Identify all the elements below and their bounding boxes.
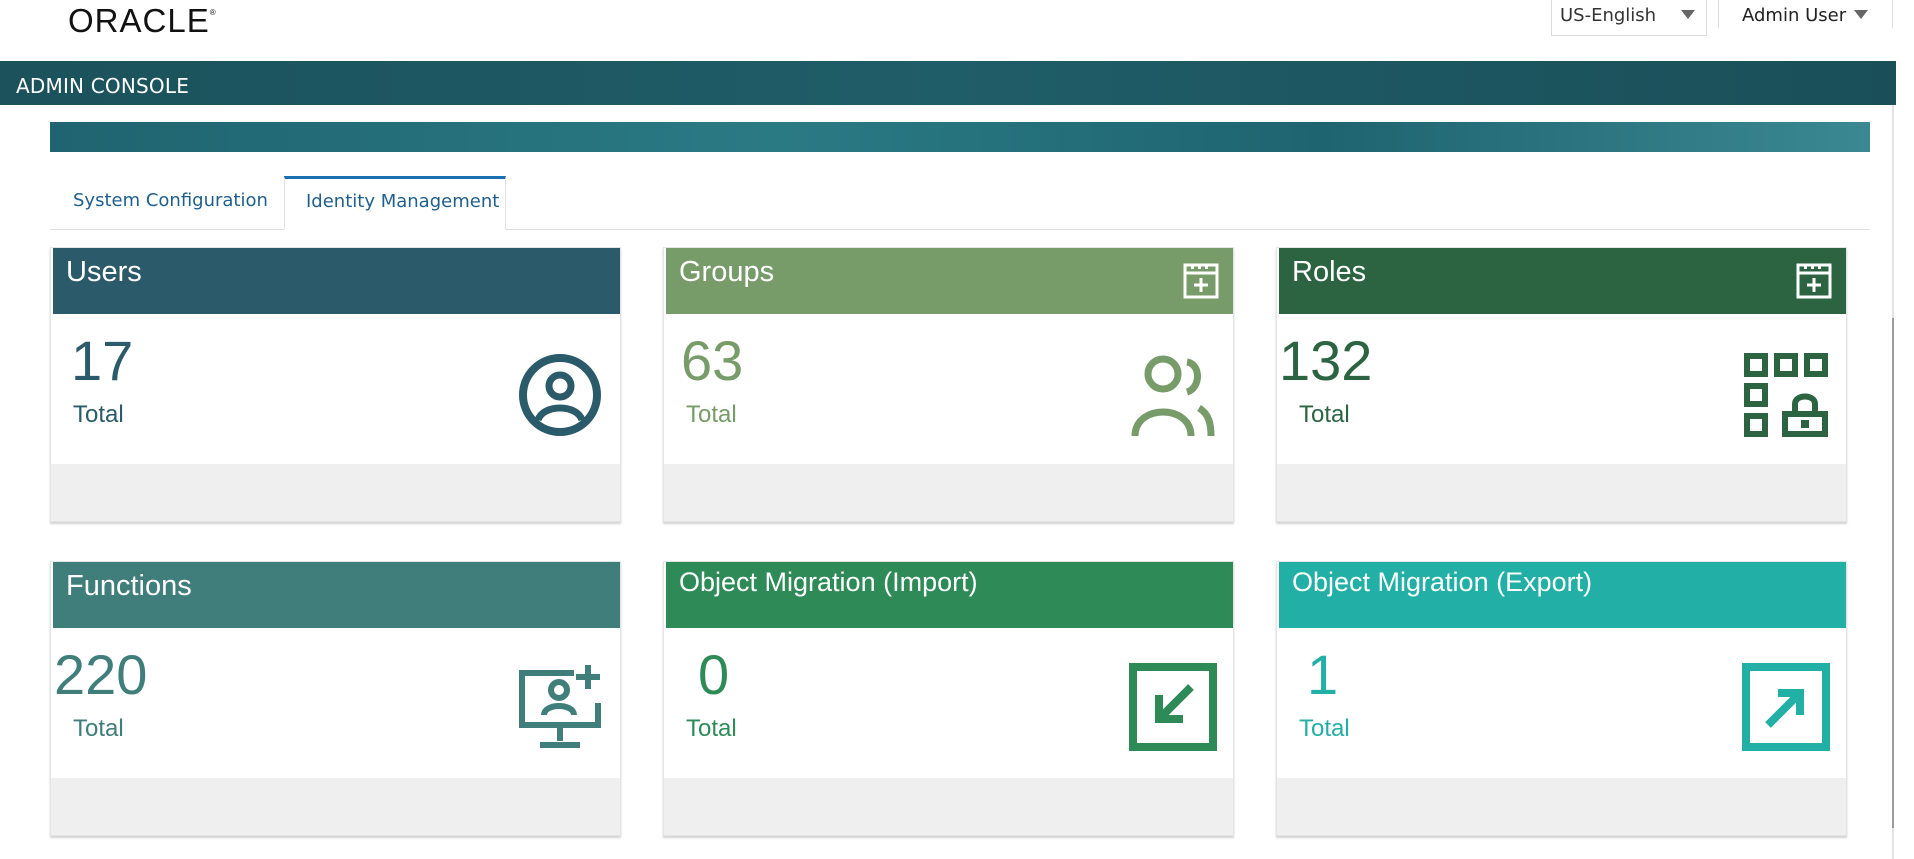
chevron-down-icon xyxy=(1854,10,1868,19)
card-header: Users xyxy=(53,248,620,314)
card-header: Object Migration (Export) xyxy=(1279,562,1846,628)
card-count: 63 xyxy=(681,329,744,392)
card-header: Groups xyxy=(666,248,1233,314)
card-total-label: Total xyxy=(686,715,737,742)
top-header: ORACLE® US-English Admin User xyxy=(0,0,1914,60)
export-arrow-icon xyxy=(1742,663,1830,751)
logo-text: ORACLE xyxy=(68,2,210,39)
object-migration-export-card[interactable]: Object Migration (Export) 1 Total xyxy=(1276,561,1847,836)
card-total-label: Total xyxy=(686,401,737,428)
card-footer xyxy=(51,464,620,521)
groups-card[interactable]: Groups 63 Total xyxy=(663,247,1234,522)
card-header: Roles xyxy=(1279,248,1846,314)
card-title: Functions xyxy=(66,570,192,602)
tab-system-configuration[interactable]: System Configuration xyxy=(50,176,284,229)
tab-label: System Configuration xyxy=(73,190,268,211)
card-total-label: Total xyxy=(1299,401,1350,428)
card-count: 0 xyxy=(698,643,730,706)
registered-mark: ® xyxy=(209,8,217,17)
card-count: 132 xyxy=(1279,329,1373,392)
card-footer xyxy=(51,778,620,835)
user-menu[interactable]: Admin User xyxy=(1718,0,1893,28)
card-title: Object Migration (Export) xyxy=(1292,567,1593,597)
roles-card[interactable]: Roles 132 Total xyxy=(1276,247,1847,522)
tab-identity-management[interactable]: Identity Management xyxy=(284,176,506,230)
tab-label: Identity Management xyxy=(306,191,500,212)
card-count: 1 xyxy=(1307,643,1339,706)
users-card[interactable]: Users 17 Total xyxy=(50,247,621,522)
tab-bar: System Configuration Identity Management xyxy=(50,176,1870,230)
console-title-bar: ADMIN CONSOLE xyxy=(0,61,1896,105)
console-title: ADMIN CONSOLE xyxy=(16,74,190,98)
chevron-down-icon xyxy=(1681,10,1695,19)
card-total-label: Total xyxy=(73,401,124,428)
card-header: Object Migration (Import) xyxy=(666,562,1233,628)
card-count: 17 xyxy=(71,329,134,392)
object-migration-import-card[interactable]: Object Migration (Import) 0 Total xyxy=(663,561,1234,836)
monitor-user-add-icon xyxy=(519,665,601,748)
user-circle-icon xyxy=(519,354,601,436)
card-title: Roles xyxy=(1292,256,1367,288)
people-icon xyxy=(1131,355,1215,437)
add-role-icon[interactable] xyxy=(1796,263,1832,299)
card-count: 220 xyxy=(54,643,148,706)
functions-card[interactable]: Functions 220 Total xyxy=(50,561,621,836)
card-footer xyxy=(1277,778,1846,835)
language-value: US-English xyxy=(1560,5,1657,26)
user-name: Admin User xyxy=(1742,5,1847,26)
oracle-logo: ORACLE® xyxy=(68,2,217,40)
card-header: Functions xyxy=(53,562,620,628)
decorative-banner xyxy=(50,122,1870,152)
card-total-label: Total xyxy=(1299,715,1350,742)
card-title: Users xyxy=(66,256,142,288)
card-footer xyxy=(1277,464,1846,521)
card-title: Groups xyxy=(679,256,775,288)
add-group-icon[interactable] xyxy=(1183,263,1219,299)
scrollbar-thumb[interactable] xyxy=(1892,318,1894,828)
role-grid-lock-icon xyxy=(1744,353,1828,437)
card-title: Object Migration (Import) xyxy=(679,567,978,597)
language-select[interactable]: US-English xyxy=(1551,0,1707,36)
card-footer xyxy=(664,778,1233,835)
import-arrow-icon xyxy=(1129,663,1217,751)
card-footer xyxy=(664,464,1233,521)
card-total-label: Total xyxy=(73,715,124,742)
